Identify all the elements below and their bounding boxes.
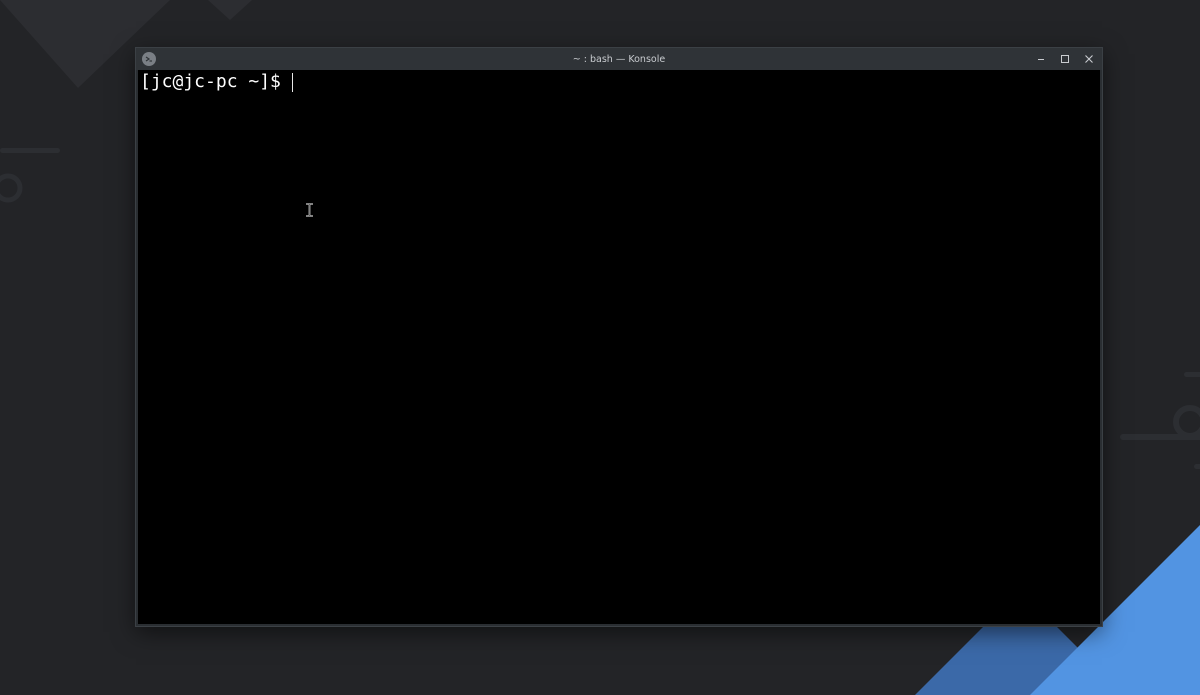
close-icon: [1085, 55, 1093, 63]
wallpaper-line-right-small: [1184, 372, 1200, 377]
ibeam-cursor-icon: [306, 203, 313, 217]
minimize-button[interactable]: [1032, 50, 1050, 68]
maximize-icon: [1061, 55, 1069, 63]
wallpaper-dark-triangle-top: [208, 0, 252, 20]
wallpaper-ring-right: [1173, 405, 1200, 439]
shell-prompt: [jc@jc-pc ~]$: [140, 71, 281, 92]
wallpaper-line-left: [0, 148, 60, 153]
wallpaper-line-right-bottom: [1194, 464, 1200, 469]
wallpaper-line-right: [1120, 434, 1200, 440]
close-button[interactable]: [1080, 50, 1098, 68]
konsole-window[interactable]: ~ : bash — Konsole [jc@jc-pc ~]$: [136, 48, 1102, 626]
wallpaper-ring-left: [0, 173, 23, 203]
minimize-icon: [1038, 59, 1044, 60]
prompt-line: [jc@jc-pc ~]$: [140, 70, 293, 94]
desktop: ~ : bash — Konsole [jc@jc-pc ~]$: [0, 0, 1200, 695]
maximize-button[interactable]: [1056, 50, 1074, 68]
window-title: ~ : bash — Konsole: [572, 54, 666, 65]
konsole-icon[interactable]: [142, 52, 156, 66]
text-cursor: [291, 72, 293, 92]
window-titlebar[interactable]: ~ : bash — Konsole: [136, 48, 1102, 70]
terminal-area[interactable]: [jc@jc-pc ~]$: [138, 70, 1100, 624]
